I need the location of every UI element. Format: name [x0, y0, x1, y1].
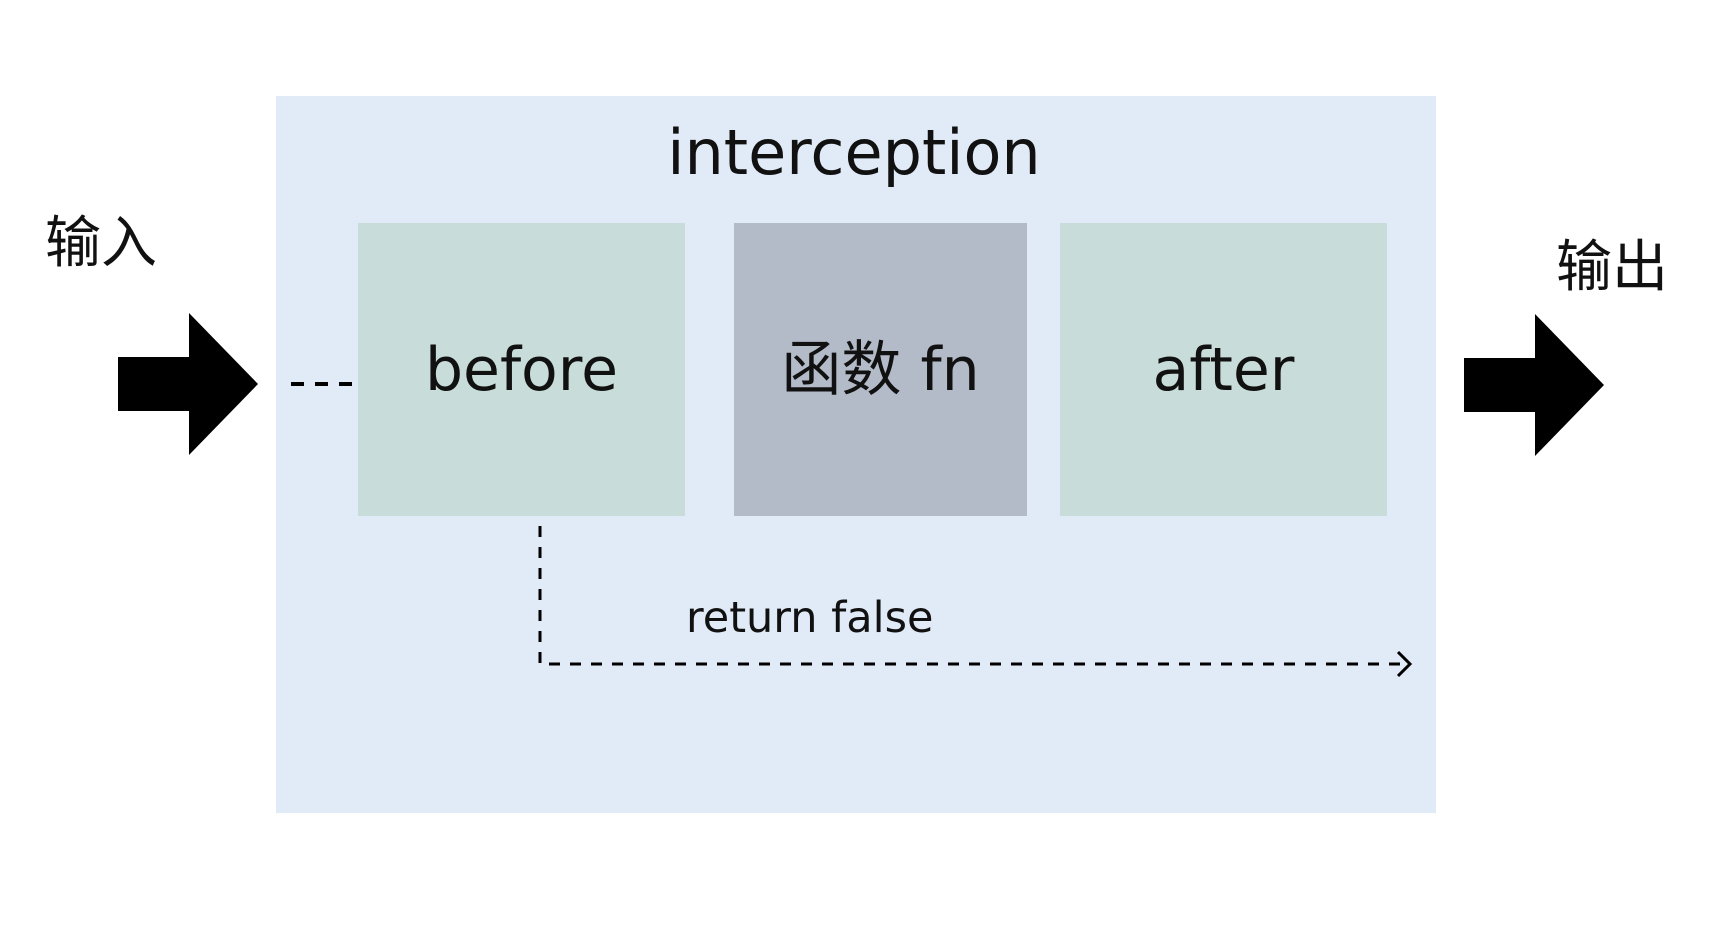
- right-arrow-icon: [1464, 314, 1604, 456]
- before-stage-label: before: [424, 334, 619, 405]
- function-stage-label: 函数 fn: [781, 334, 980, 405]
- return-false-label: return false: [686, 593, 934, 643]
- before-stage: before: [358, 223, 685, 516]
- right-arrow-icon: [118, 313, 258, 455]
- function-stage: 函数 fn: [734, 223, 1027, 516]
- input-label: 输入: [45, 211, 157, 276]
- interception-title: interception: [667, 116, 1041, 189]
- output-label: 输出: [1556, 235, 1668, 300]
- after-stage-label: after: [1152, 334, 1295, 405]
- after-stage: after: [1060, 223, 1387, 516]
